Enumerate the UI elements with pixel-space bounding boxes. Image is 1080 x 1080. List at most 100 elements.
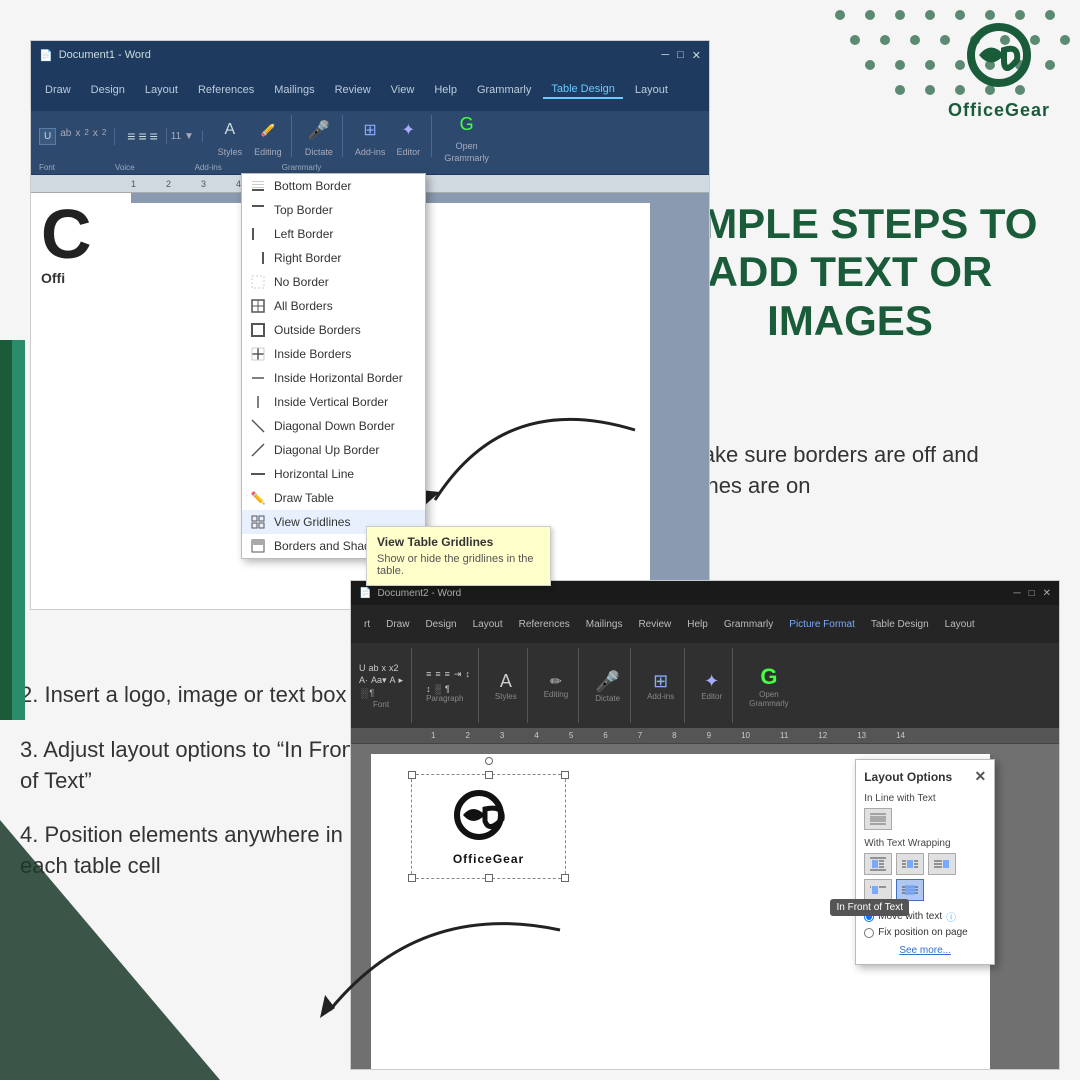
step-2-text: 2. Insert a logo, image or text box xyxy=(20,680,370,711)
handle-bl[interactable] xyxy=(408,874,416,882)
wrap-btn-1[interactable] xyxy=(864,853,892,875)
maximize-icon[interactable]: □ xyxy=(677,49,684,62)
maximize-2[interactable]: □ xyxy=(1029,588,1035,599)
ribbon-tab-design[interactable]: Design xyxy=(83,82,133,98)
ribbon-tab-tabledesign[interactable]: Table Design xyxy=(543,81,623,99)
dropdown-horizontal-line[interactable]: Horizontal Line xyxy=(242,462,425,486)
bottom-border-label: Bottom Border xyxy=(274,179,351,193)
dropdown-right-border[interactable]: Right Border xyxy=(242,246,425,270)
og-svg xyxy=(439,787,539,852)
info-icon[interactable]: ⓘ xyxy=(946,909,956,924)
dropdown-bottom-border[interactable]: Bottom Border xyxy=(242,174,425,198)
wrap-btn-3[interactable] xyxy=(928,853,956,875)
handle-tl[interactable] xyxy=(408,771,416,779)
step-1-container: 1. Make sure borders are off and gridlin… xyxy=(660,440,1040,502)
dropdown-diag-up[interactable]: Diagonal Up Border xyxy=(242,438,425,462)
draw-tab-2[interactable]: Draw xyxy=(379,617,416,632)
dropdown-diag-down[interactable]: Diagonal Down Border xyxy=(242,414,425,438)
logo-label: OfficeGear xyxy=(948,100,1050,121)
left-border-icon xyxy=(250,226,266,242)
og-logo-inside: OfficeGear xyxy=(412,775,565,878)
handle-br[interactable] xyxy=(561,874,569,882)
diag-up-label: Diagonal Up Border xyxy=(274,443,379,457)
format-row1: U ab x x2 xyxy=(359,663,403,673)
ribbon-tab-help[interactable]: Help xyxy=(426,82,465,98)
bottom-left-shape xyxy=(0,820,220,1080)
open-grammarly-btn-1[interactable]: G Open Grammarly xyxy=(444,109,489,163)
ribbon-tab-view[interactable]: View xyxy=(383,82,423,98)
dropdown-inside-borders[interactable]: Inside Borders xyxy=(242,342,425,366)
handle-tr[interactable] xyxy=(561,771,569,779)
ribbon-tab-draw[interactable]: Draw xyxy=(37,82,79,98)
close-icon[interactable]: ✕ xyxy=(692,49,701,62)
addins-btn-1[interactable]: ⊞ Add-ins xyxy=(355,115,386,157)
wrap-btn-4[interactable] xyxy=(864,879,892,901)
borders-dropdown[interactable]: Bottom Border Top Border Left Border Rig… xyxy=(241,173,426,559)
right-border-icon xyxy=(250,250,266,266)
rt-tab[interactable]: rt xyxy=(357,617,377,632)
minimize-2[interactable]: ─ xyxy=(1013,588,1020,599)
font-size-label: 11 ▼ xyxy=(171,131,194,142)
ribbon-tab-layout[interactable]: Layout xyxy=(137,82,186,98)
handle-bm[interactable] xyxy=(485,874,493,882)
dropdown-inside-h-border[interactable]: Inside Horizontal Border xyxy=(242,366,425,390)
ribbon-tab-references[interactable]: References xyxy=(190,82,262,98)
minimize-icon[interactable]: ─ xyxy=(661,49,669,62)
handle-tm[interactable] xyxy=(485,771,493,779)
ribbon-tab-grammarly[interactable]: Grammarly xyxy=(469,82,539,98)
layout-tab-2[interactable]: Layout xyxy=(466,617,510,632)
inline-btn-1[interactable] xyxy=(864,808,892,830)
layout-tab-2b[interactable]: Layout xyxy=(938,617,982,632)
ribbon-tab-layout2[interactable]: Layout xyxy=(627,82,676,98)
table-design-tab-2[interactable]: Table Design xyxy=(864,617,936,632)
line-spacing: ↕ xyxy=(426,684,431,694)
fix-position-radio[interactable]: Fix position on page xyxy=(864,927,986,938)
see-more-container: See more... xyxy=(864,944,986,956)
review-tab-2[interactable]: Review xyxy=(631,617,678,632)
dropdown-draw-table[interactable]: ✏️ Draw Table xyxy=(242,486,425,510)
design-tab-2[interactable]: Design xyxy=(418,617,463,632)
grammarly-icon-2: G xyxy=(760,664,777,690)
styles-group-2: A Styles xyxy=(485,648,528,723)
r14: 14 xyxy=(896,731,905,740)
f-size: ▸ xyxy=(399,675,404,686)
help-tab-2[interactable]: Help xyxy=(680,617,715,632)
styles-btn-1[interactable]: A Styles xyxy=(215,115,245,157)
dropdown-inside-v-border[interactable]: Inside Vertical Border xyxy=(242,390,425,414)
picture-format-tab[interactable]: Picture Format xyxy=(782,617,862,632)
underline-btn[interactable]: U xyxy=(39,128,56,145)
grammarly-label-1b: Grammarly xyxy=(444,153,489,163)
inside-h-label: Inside Horizontal Border xyxy=(274,371,403,385)
ribbon-tab-mailings[interactable]: Mailings xyxy=(266,82,322,98)
dictate-btn-1[interactable]: 🎤 Dictate xyxy=(304,115,334,157)
og-logo-image[interactable]: OfficeGear xyxy=(411,774,566,879)
dictate-label-1: Dictate xyxy=(305,147,333,157)
rotate-handle[interactable] xyxy=(485,757,493,765)
dropdown-outside-borders[interactable]: Outside Borders xyxy=(242,318,425,342)
editing-btn-1[interactable]: ✏️ Editing xyxy=(253,115,283,157)
dropdown-no-border[interactable]: No Border xyxy=(242,270,425,294)
dropdown-top-border[interactable]: Top Border xyxy=(242,198,425,222)
see-more-link[interactable]: See more... xyxy=(899,945,951,956)
fix-position-input[interactable] xyxy=(864,928,874,938)
dropdown-all-borders[interactable]: All Borders xyxy=(242,294,425,318)
wrap-btn-5-in-front[interactable] xyxy=(896,879,924,901)
grammarly-tab-2[interactable]: Grammarly xyxy=(717,617,780,632)
editor-btn-1[interactable]: ✦ Editor xyxy=(393,115,423,157)
editor-icon-2: ✦ xyxy=(704,671,719,692)
layout-options-panel[interactable]: Layout Options ✕ In Line with Text With … xyxy=(855,759,995,965)
tooltip-title: View Table Gridlines xyxy=(377,535,540,549)
ribbon-tab-review[interactable]: Review xyxy=(327,82,379,98)
step-3-text: 3. Adjust layout options to “In Front of… xyxy=(20,735,370,797)
dictate-icon-1: 🎤 xyxy=(304,115,334,145)
dropdown-left-border[interactable]: Left Border xyxy=(242,222,425,246)
wrap-btn-2[interactable] xyxy=(896,853,924,875)
ribbon-formatting-1: U ab x 2 x 2 ≡ ≡ ≡ 11 ▼ A Styles ✏️ Edit… xyxy=(31,111,709,161)
references-tab-2[interactable]: References xyxy=(512,617,577,632)
close-2[interactable]: ✕ xyxy=(1043,588,1051,599)
styles-icon-1: A xyxy=(215,115,245,145)
mailings-tab-2[interactable]: Mailings xyxy=(579,617,630,632)
view-gridlines-label: View Gridlines xyxy=(274,515,350,529)
layout-options-close-btn[interactable]: ✕ xyxy=(974,768,986,785)
font-label-2: Font xyxy=(359,700,403,709)
